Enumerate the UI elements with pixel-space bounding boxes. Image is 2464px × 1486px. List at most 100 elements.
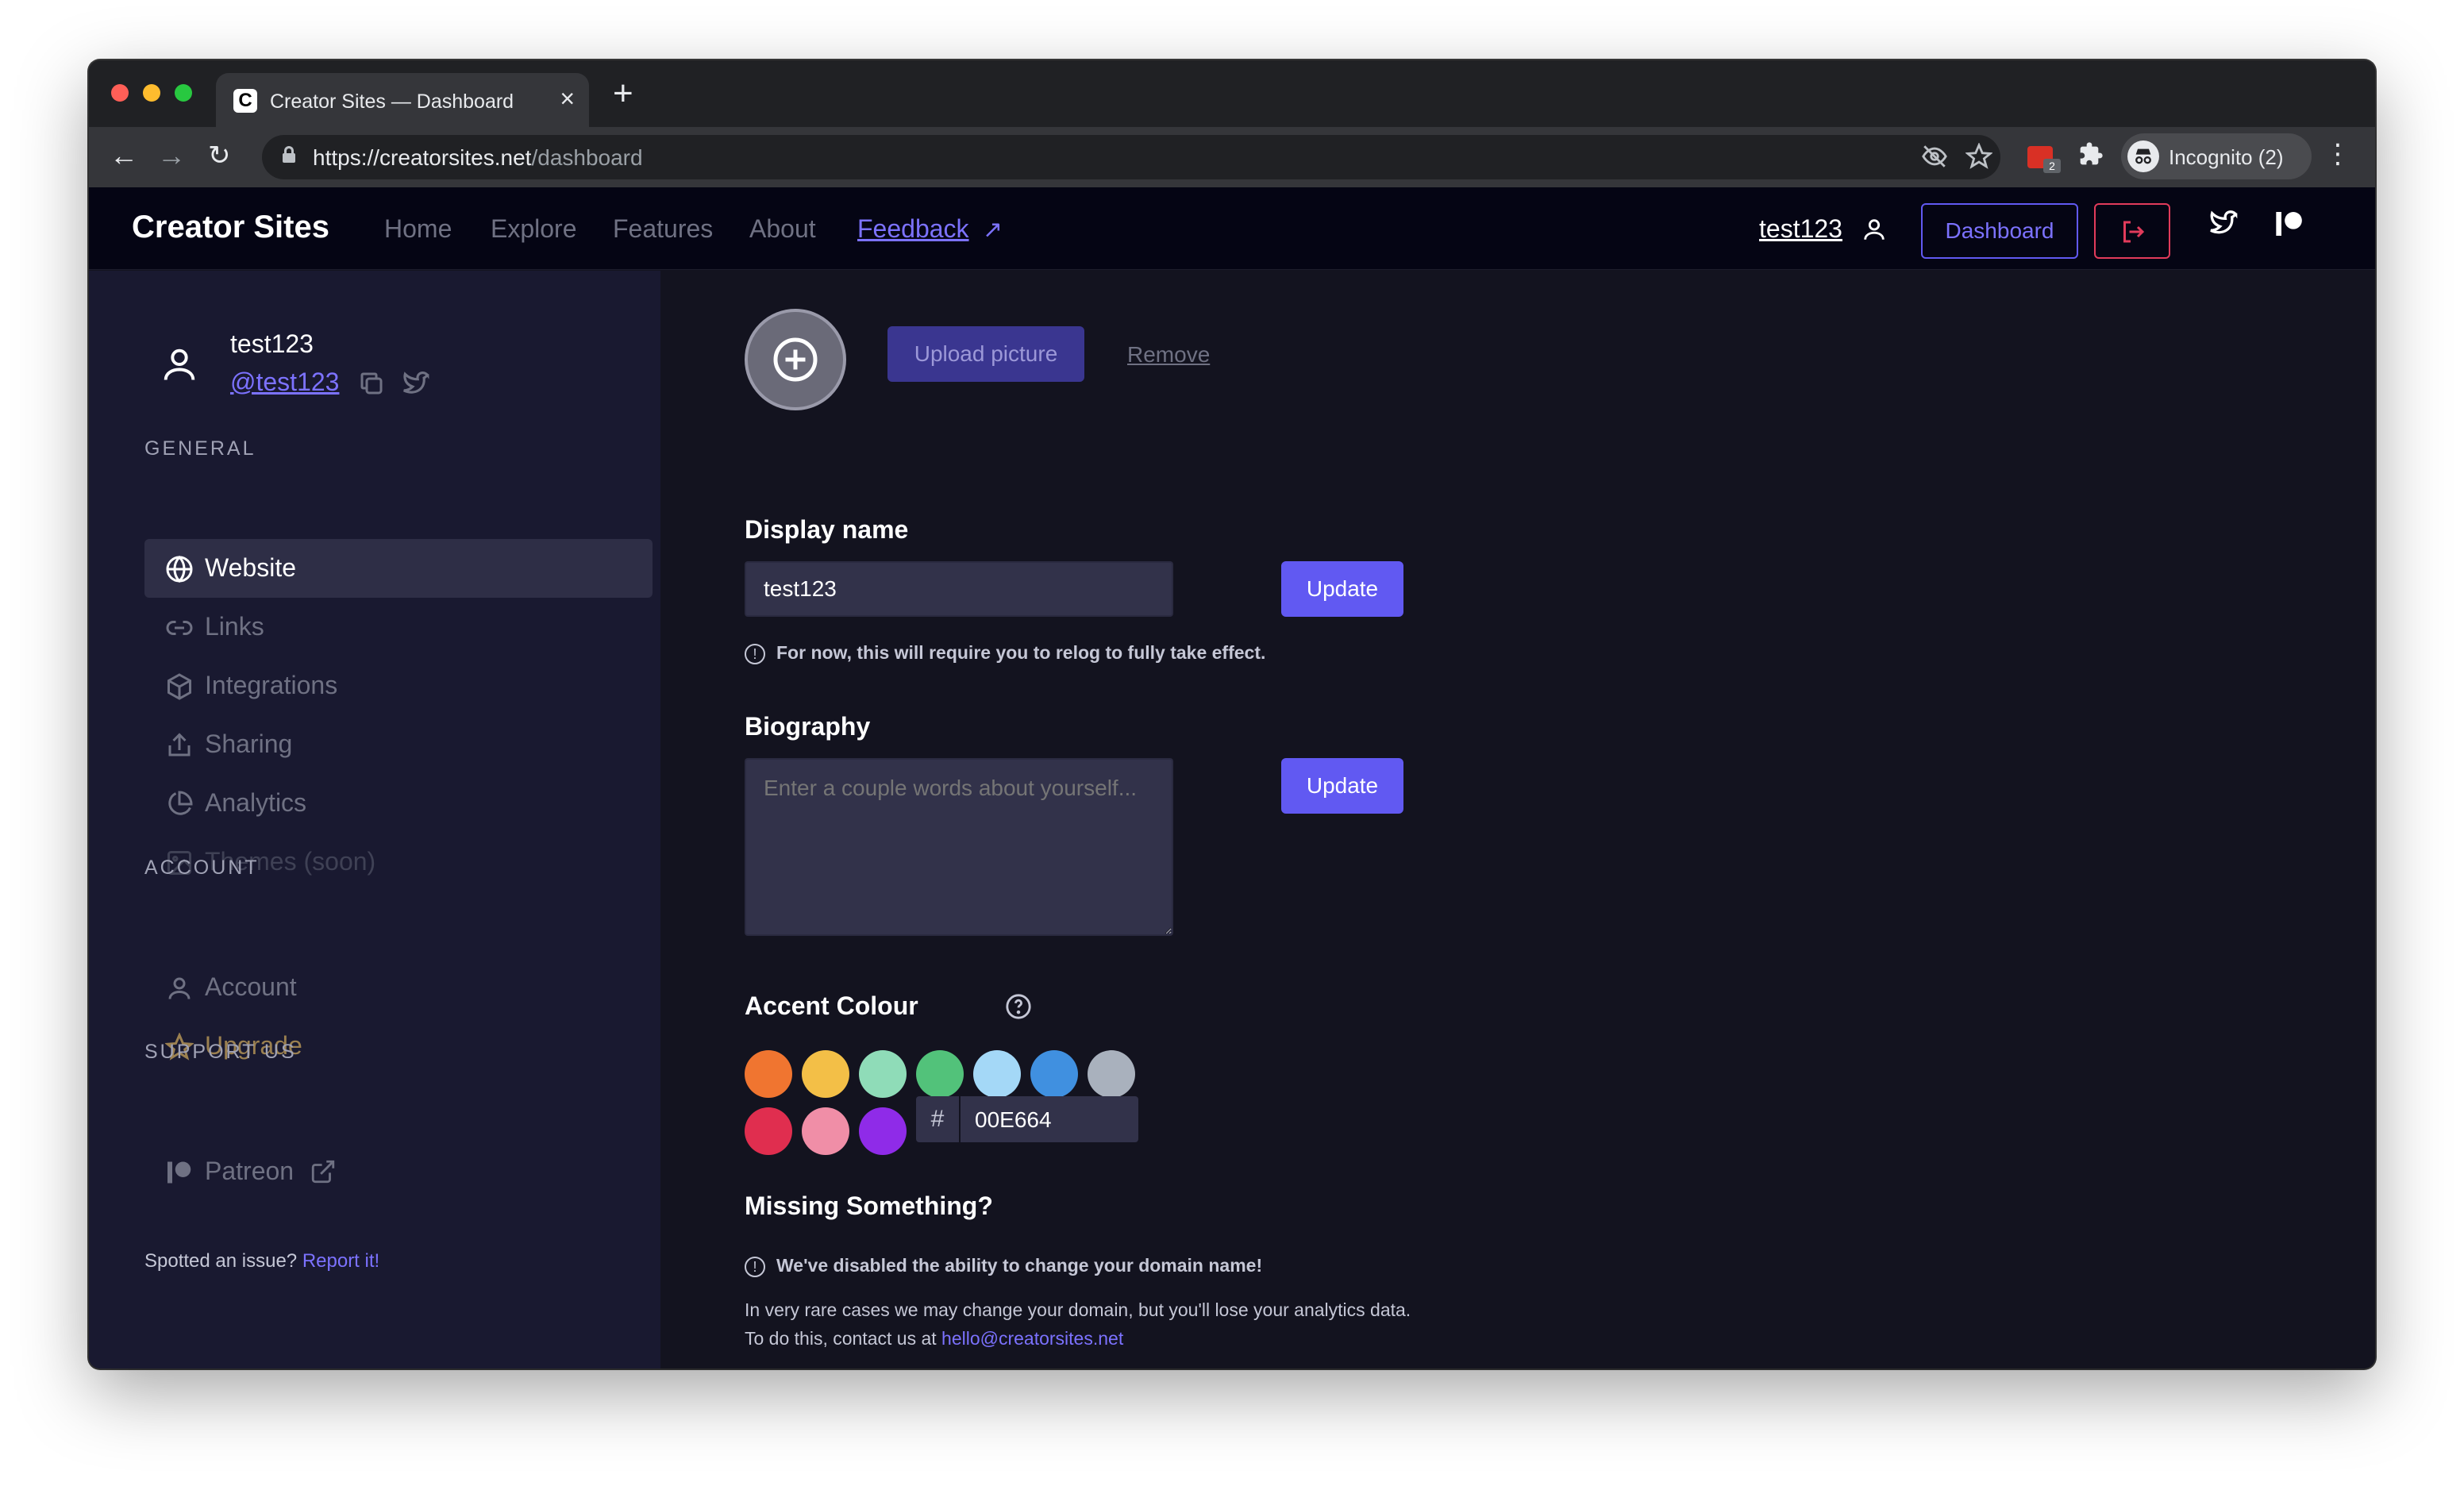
dashboard-button[interactable]: Dashboard (1921, 203, 2078, 259)
section-support: SUPPORT US (144, 1041, 297, 1063)
cube-icon (165, 672, 194, 701)
patreon-icon (165, 1158, 194, 1187)
maximize-window-button[interactable] (175, 84, 192, 102)
sidebar-item-integrations[interactable]: Integrations (144, 656, 653, 715)
brand-logo[interactable]: Creator Sites (132, 210, 329, 245)
globe-icon (165, 555, 194, 583)
site-header: Creator Sites Home Explore Features Abou… (89, 187, 2375, 270)
upload-picture-button[interactable]: Upload picture (887, 326, 1084, 382)
user-icon (165, 974, 194, 1003)
contact-email-link[interactable]: hello@creatorsites.net (941, 1328, 1123, 1349)
avatar-upload[interactable] (745, 309, 846, 410)
nav-feedback[interactable]: Feedback (857, 214, 969, 244)
tab-title: Creator Sites — Dashboard (270, 90, 514, 113)
incognito-label: Incognito (2) (2169, 145, 2284, 169)
new-tab-button[interactable]: + (613, 76, 633, 111)
biography-label: Biography (745, 712, 871, 741)
display-name-input[interactable] (745, 561, 1173, 617)
sidebar-item-label: Sharing (205, 730, 293, 758)
puzzle-extensions-icon[interactable] (2078, 141, 2104, 173)
nav-explore[interactable]: Explore (491, 214, 577, 244)
lock-icon (283, 146, 295, 163)
bookmark-star-icon[interactable] (1965, 142, 1993, 176)
profile-name: test123 (230, 329, 314, 358)
biography-update-button[interactable]: Update (1281, 758, 1403, 814)
section-account: ACCOUNT (144, 857, 260, 879)
sidebar-item-analytics[interactable]: Analytics (144, 774, 653, 833)
browser-menu-icon[interactable]: ⋮ (2324, 138, 2351, 170)
accent-colour-label: Accent Colour (745, 991, 918, 1020)
forward-icon[interactable]: → (157, 140, 186, 171)
display-name-label: Display name (745, 515, 909, 544)
sidebar-item-website[interactable]: Website (144, 539, 653, 598)
incognito-badge[interactable]: Incognito (2) (2121, 133, 2312, 179)
info-icon: ! (745, 643, 765, 664)
user-icon (1861, 216, 1888, 247)
share-twitter-icon[interactable] (400, 369, 430, 403)
sidebar-item-label: Patreon (205, 1157, 295, 1185)
sidebar-item-sharing[interactable]: Sharing (144, 715, 653, 774)
sidebar-item-label: Integrations (205, 671, 338, 699)
accent-swatch[interactable] (1030, 1050, 1078, 1098)
biography-textarea[interactable] (745, 758, 1173, 936)
address-bar[interactable]: https://creatorsites.net/dashboard (262, 135, 2000, 179)
copy-icon[interactable] (357, 369, 386, 402)
hex-value: 00E664 (975, 1107, 1052, 1132)
sidebar-item-account[interactable]: Account (144, 958, 653, 1017)
display-name-hint: ! For now, this will require you to relog… (745, 642, 1265, 664)
accent-swatch[interactable] (973, 1050, 1021, 1098)
accent-swatch[interactable] (802, 1050, 849, 1098)
tracking-blocked-icon[interactable] (1921, 143, 1948, 176)
nav-home[interactable]: Home (384, 214, 452, 244)
hex-color-input[interactable]: # 00E664 (916, 1096, 1138, 1142)
header-username[interactable]: test123 (1759, 214, 1842, 244)
help-icon[interactable] (1005, 993, 1032, 1024)
sidebar-item-label: Website (205, 553, 297, 582)
sidebar-item-label: Account (205, 972, 297, 1001)
link-icon (165, 614, 194, 642)
spotted-issue-text: Spotted an issue? Report it! (144, 1250, 380, 1272)
extension-badge: 2 (2043, 159, 2061, 173)
accent-swatch[interactable] (745, 1107, 792, 1155)
nav-about[interactable]: About (749, 214, 816, 244)
remove-picture-link[interactable]: Remove (1127, 342, 1210, 368)
report-link[interactable]: Report it! (302, 1250, 379, 1272)
missing-something-label: Missing Something? (745, 1191, 993, 1220)
sidebar-item-patreon[interactable]: Patreon (144, 1142, 653, 1201)
tab-close-icon[interactable]: × (560, 84, 575, 114)
logout-button[interactable] (2094, 203, 2170, 259)
display-name-update-button[interactable]: Update (1281, 561, 1403, 617)
browser-toolbar: ← → ↻ https://creatorsites.net/dashboard… (89, 127, 2375, 187)
patreon-icon[interactable] (2273, 208, 2305, 248)
tab-strip: C Creator Sites — Dashboard × + (89, 60, 2375, 127)
reload-icon[interactable]: ↻ (208, 140, 231, 171)
main-content: Upload picture Remove Display name Updat… (660, 271, 2375, 1369)
close-window-button[interactable] (111, 84, 129, 102)
profile-user-icon (159, 344, 200, 385)
external-link-icon (310, 1158, 337, 1189)
accent-swatch[interactable] (802, 1107, 849, 1155)
pie-chart-icon (165, 790, 194, 818)
domain-info-line2: To do this, contact us at hello@creators… (745, 1328, 1124, 1349)
domain-info-line1: In very rare cases we may change your do… (745, 1299, 1411, 1320)
accent-swatch[interactable] (859, 1107, 907, 1155)
accent-swatch[interactable] (745, 1050, 792, 1098)
nav-features[interactable]: Features (613, 214, 713, 244)
minimize-window-button[interactable] (143, 84, 160, 102)
twitter-icon[interactable] (2207, 208, 2239, 248)
share-upload-icon (165, 731, 194, 760)
info-icon: ! (745, 1256, 765, 1277)
sidebar-item-links[interactable]: Links (144, 598, 653, 656)
sidebar-item-label: Analytics (205, 788, 307, 817)
browser-tab[interactable]: C Creator Sites — Dashboard × (216, 73, 589, 127)
sidebar: test123 @test123 GENERAL Website Links I… (89, 271, 660, 1369)
accent-swatch[interactable] (859, 1050, 907, 1098)
incognito-icon (2127, 141, 2159, 172)
domain-warning: ! We've disabled the ability to change yo… (745, 1255, 1262, 1277)
accent-swatch[interactable] (916, 1050, 964, 1098)
url-text: https://creatorsites.net/dashboard (313, 145, 643, 170)
profile-handle-link[interactable]: @test123 (230, 368, 339, 397)
favicon-icon: C (233, 89, 257, 113)
back-icon[interactable]: ← (110, 140, 138, 171)
accent-swatch[interactable] (1088, 1050, 1135, 1098)
